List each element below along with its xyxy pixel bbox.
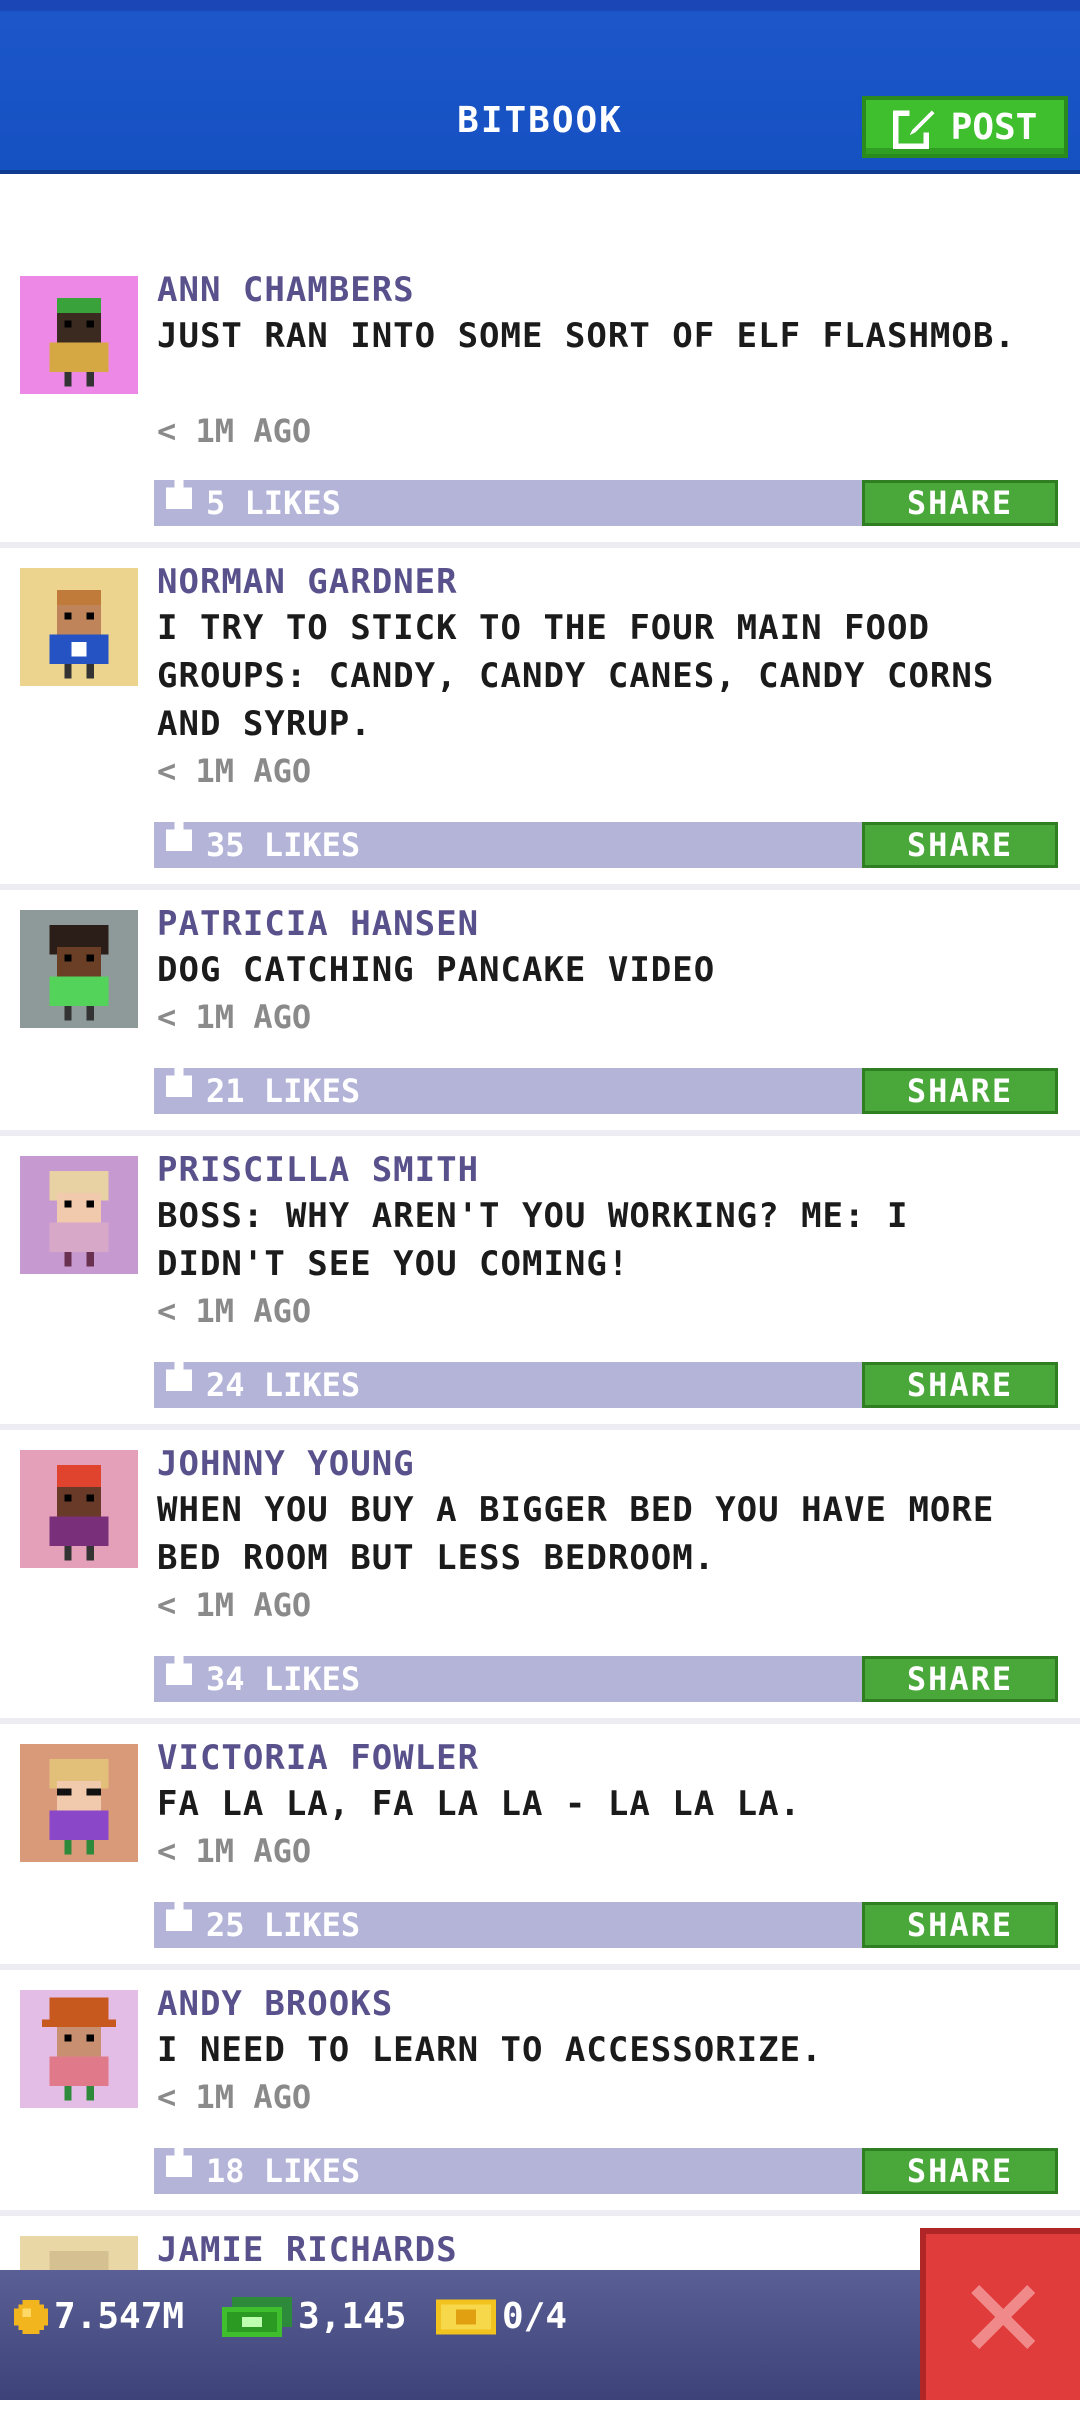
status-bar: 7.547M 3,145 0/4 <box>0 2270 1080 2400</box>
likes-count: 24 LIKES <box>206 1366 361 1404</box>
likes-bar[interactable]: 25 LIKES <box>154 1896 864 1948</box>
avatar <box>20 1450 138 1568</box>
post-text: JUST RAN INTO SOME SORT OF ELF FLASHMOB. <box>157 316 1016 356</box>
coins-stat: 7.547M <box>14 2296 184 2337</box>
share-button[interactable]: SHARE <box>862 2148 1058 2194</box>
feed-post: PATRICIA HANSEN DOG CATCHING PANCAKE VID… <box>0 890 1080 1136</box>
post-time: < 1M AGO <box>157 1292 312 1330</box>
avatar <box>20 1990 138 2108</box>
likes-bar[interactable]: 24 LIKES <box>154 1356 864 1408</box>
feed-post: NORMAN GARDNER I TRY TO STICK TO THE FOU… <box>0 548 1080 890</box>
tickets-value: 0/4 <box>502 2296 568 2337</box>
feed-post: ANDY BROOKS I NEED TO LEARN TO ACCESSORI… <box>0 1970 1080 2216</box>
thumb-up-icon <box>166 474 192 510</box>
likes-bar[interactable]: 21 LIKES <box>154 1062 864 1114</box>
thumb-up-icon <box>166 1896 192 1932</box>
post-text: I NEED TO LEARN TO ACCESSORIZE. <box>157 2030 823 2070</box>
edit-icon <box>892 107 934 149</box>
share-button[interactable]: SHARE <box>862 480 1058 526</box>
post-text: I TRY TO STICK TO THE FOUR MAIN FOOD GRO… <box>157 608 995 744</box>
avatar <box>20 276 138 394</box>
post-author[interactable]: PATRICIA HANSEN <box>157 904 479 944</box>
post-author[interactable]: PRISCILLA SMITH <box>157 1150 479 1190</box>
post-time: < 1M AGO <box>157 2078 312 2116</box>
likes-bar[interactable]: 5 LIKES <box>154 474 864 526</box>
post-time: < 1M AGO <box>157 1832 312 1870</box>
post-text: WHEN YOU BUY A BIGGER BED YOU HAVE MORE … <box>157 1490 995 1578</box>
post-author[interactable]: JAMIE RICHARDS <box>157 2230 458 2270</box>
thumb-up-icon <box>166 1650 192 1686</box>
likes-bar[interactable]: 18 LIKES <box>154 2142 864 2194</box>
thumb-up-icon <box>166 816 192 852</box>
post-author[interactable]: ANDY BROOKS <box>157 1984 393 2024</box>
share-button[interactable]: SHARE <box>862 1362 1058 1408</box>
feed-post: VICTORIA FOWLER FA LA LA, FA LA LA - LA … <box>0 1724 1080 1970</box>
post-author[interactable]: ANN CHAMBERS <box>157 270 415 310</box>
post-time: < 1M AGO <box>157 412 312 450</box>
app-header: BITBOOK POST <box>0 0 1080 174</box>
post-time: < 1M AGO <box>157 1586 312 1624</box>
likes-bar[interactable]: 35 LIKES <box>154 816 864 868</box>
likes-count: 21 LIKES <box>206 1072 361 1110</box>
likes-count: 5 LIKES <box>206 484 341 522</box>
avatar <box>20 910 138 1028</box>
likes-count: 18 LIKES <box>206 2152 361 2190</box>
share-button[interactable]: SHARE <box>862 1902 1058 1948</box>
bux-stat: 3,145 <box>222 2296 406 2337</box>
likes-bar[interactable]: 34 LIKES <box>154 1650 864 1702</box>
avatar <box>20 1156 138 1274</box>
likes-count: 35 LIKES <box>206 826 361 864</box>
feed-post: ANN CHAMBERS JUST RAN INTO SOME SORT OF … <box>0 248 1080 548</box>
post-button[interactable]: POST <box>862 96 1068 158</box>
close-button[interactable] <box>920 2228 1080 2400</box>
bux-icon <box>222 2296 292 2337</box>
coin-icon <box>14 2299 48 2334</box>
post-time: < 1M AGO <box>157 752 312 790</box>
post-time: < 1M AGO <box>157 998 312 1036</box>
tickets-stat: 0/4 <box>436 2296 567 2337</box>
avatar <box>20 1744 138 1862</box>
likes-count: 25 LIKES <box>206 1906 361 1944</box>
share-button[interactable]: SHARE <box>862 1656 1058 1702</box>
post-text: DOG CATCHING PANCAKE VIDEO <box>157 950 716 990</box>
thumb-up-icon <box>166 1356 192 1392</box>
post-text: BOSS: WHY AREN'T YOU WORKING? ME: I DIDN… <box>157 1196 909 1284</box>
share-button[interactable]: SHARE <box>862 1068 1058 1114</box>
post-author[interactable]: NORMAN GARDNER <box>157 562 458 602</box>
close-icon <box>971 2285 1035 2349</box>
post-author[interactable]: VICTORIA FOWLER <box>157 1738 479 1778</box>
post-feed: ANN CHAMBERS JUST RAN INTO SOME SORT OF … <box>0 248 1080 2416</box>
thumb-up-icon <box>166 1062 192 1098</box>
coins-value: 7.547M <box>54 2296 185 2337</box>
post-button-label: POST <box>950 106 1038 148</box>
bux-value: 3,145 <box>298 2296 407 2337</box>
feed-post: JOHNNY YOUNG WHEN YOU BUY A BIGGER BED Y… <box>0 1430 1080 1724</box>
post-text: FA LA LA, FA LA LA - LA LA LA. <box>157 1784 802 1824</box>
likes-count: 34 LIKES <box>206 1660 361 1698</box>
avatar <box>20 568 138 686</box>
share-button[interactable]: SHARE <box>862 822 1058 868</box>
feed-post: PRISCILLA SMITH BOSS: WHY AREN'T YOU WOR… <box>0 1136 1080 1430</box>
thumb-up-icon <box>166 2142 192 2178</box>
ticket-icon <box>436 2299 496 2334</box>
post-author[interactable]: JOHNNY YOUNG <box>157 1444 415 1484</box>
